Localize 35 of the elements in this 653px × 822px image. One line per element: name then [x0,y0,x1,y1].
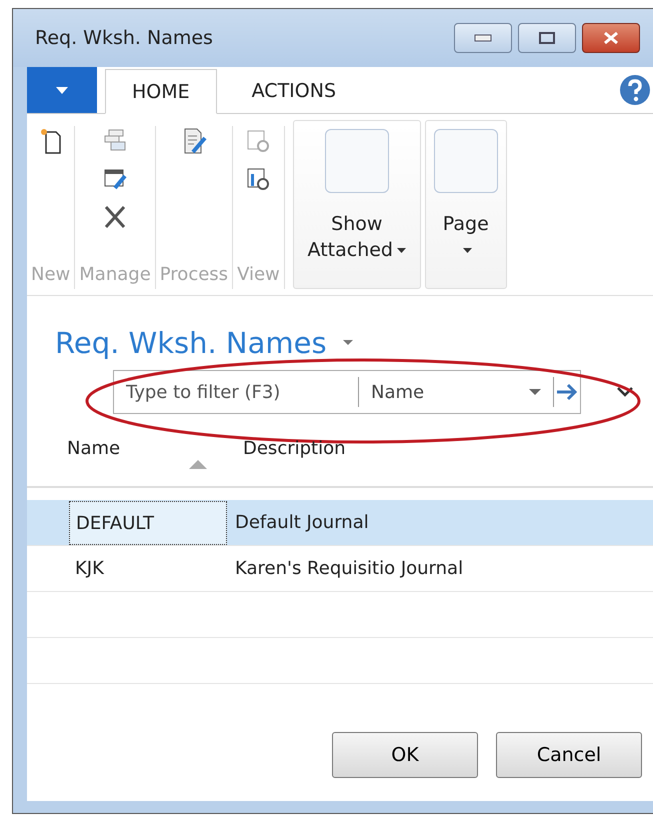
filter-field-select[interactable]: Name [359,382,553,402]
sort-icon [189,460,207,468]
maximize-icon [539,32,555,44]
page-title: Req. Wksh. Names [55,326,327,360]
caret-icon[interactable] [342,340,353,346]
table-row[interactable]: KJK Karen's Requisitio Journal [27,546,653,592]
table-row[interactable]: DEFAULT Default Journal [27,500,653,546]
table-cell: DEFAULT [69,500,227,544]
close-icon [602,31,620,45]
ribbon-group-label: Process [160,264,228,287]
table-cell: Default Journal [235,512,369,533]
ribbon-large-button[interactable]: Page [424,120,507,289]
dialog-button[interactable]: Cancel [496,732,642,778]
ribbon-group-label: View [237,264,280,287]
blank-icon [324,129,389,193]
column-header[interactable]: Description [243,430,346,470]
window-title: Req. Wksh. Names [35,27,214,49]
ribbon-large-button[interactable]: Show Attached [292,120,421,289]
blank-icon [434,129,498,193]
close-button[interactable] [582,23,640,53]
chevron-icon[interactable] [617,387,633,397]
table-cell: Karen's Requisitio Journal [235,558,464,579]
help-icon[interactable] [619,74,651,106]
ribbon-group-label: New [31,264,70,287]
column-header[interactable]: Name [67,430,243,470]
ribbon-group-label: Manage [79,264,151,287]
minimize-button[interactable] [454,23,512,53]
minimize-icon [474,34,492,42]
ribbon-tab[interactable]: HOME [105,69,217,114]
maximize-button[interactable] [518,23,576,53]
caret-icon [54,85,70,95]
table-cell-text: KJK [74,556,106,580]
arrow-right-icon[interactable] [554,382,580,402]
caret-icon [529,388,541,396]
dialog-button[interactable]: OK [332,732,478,778]
